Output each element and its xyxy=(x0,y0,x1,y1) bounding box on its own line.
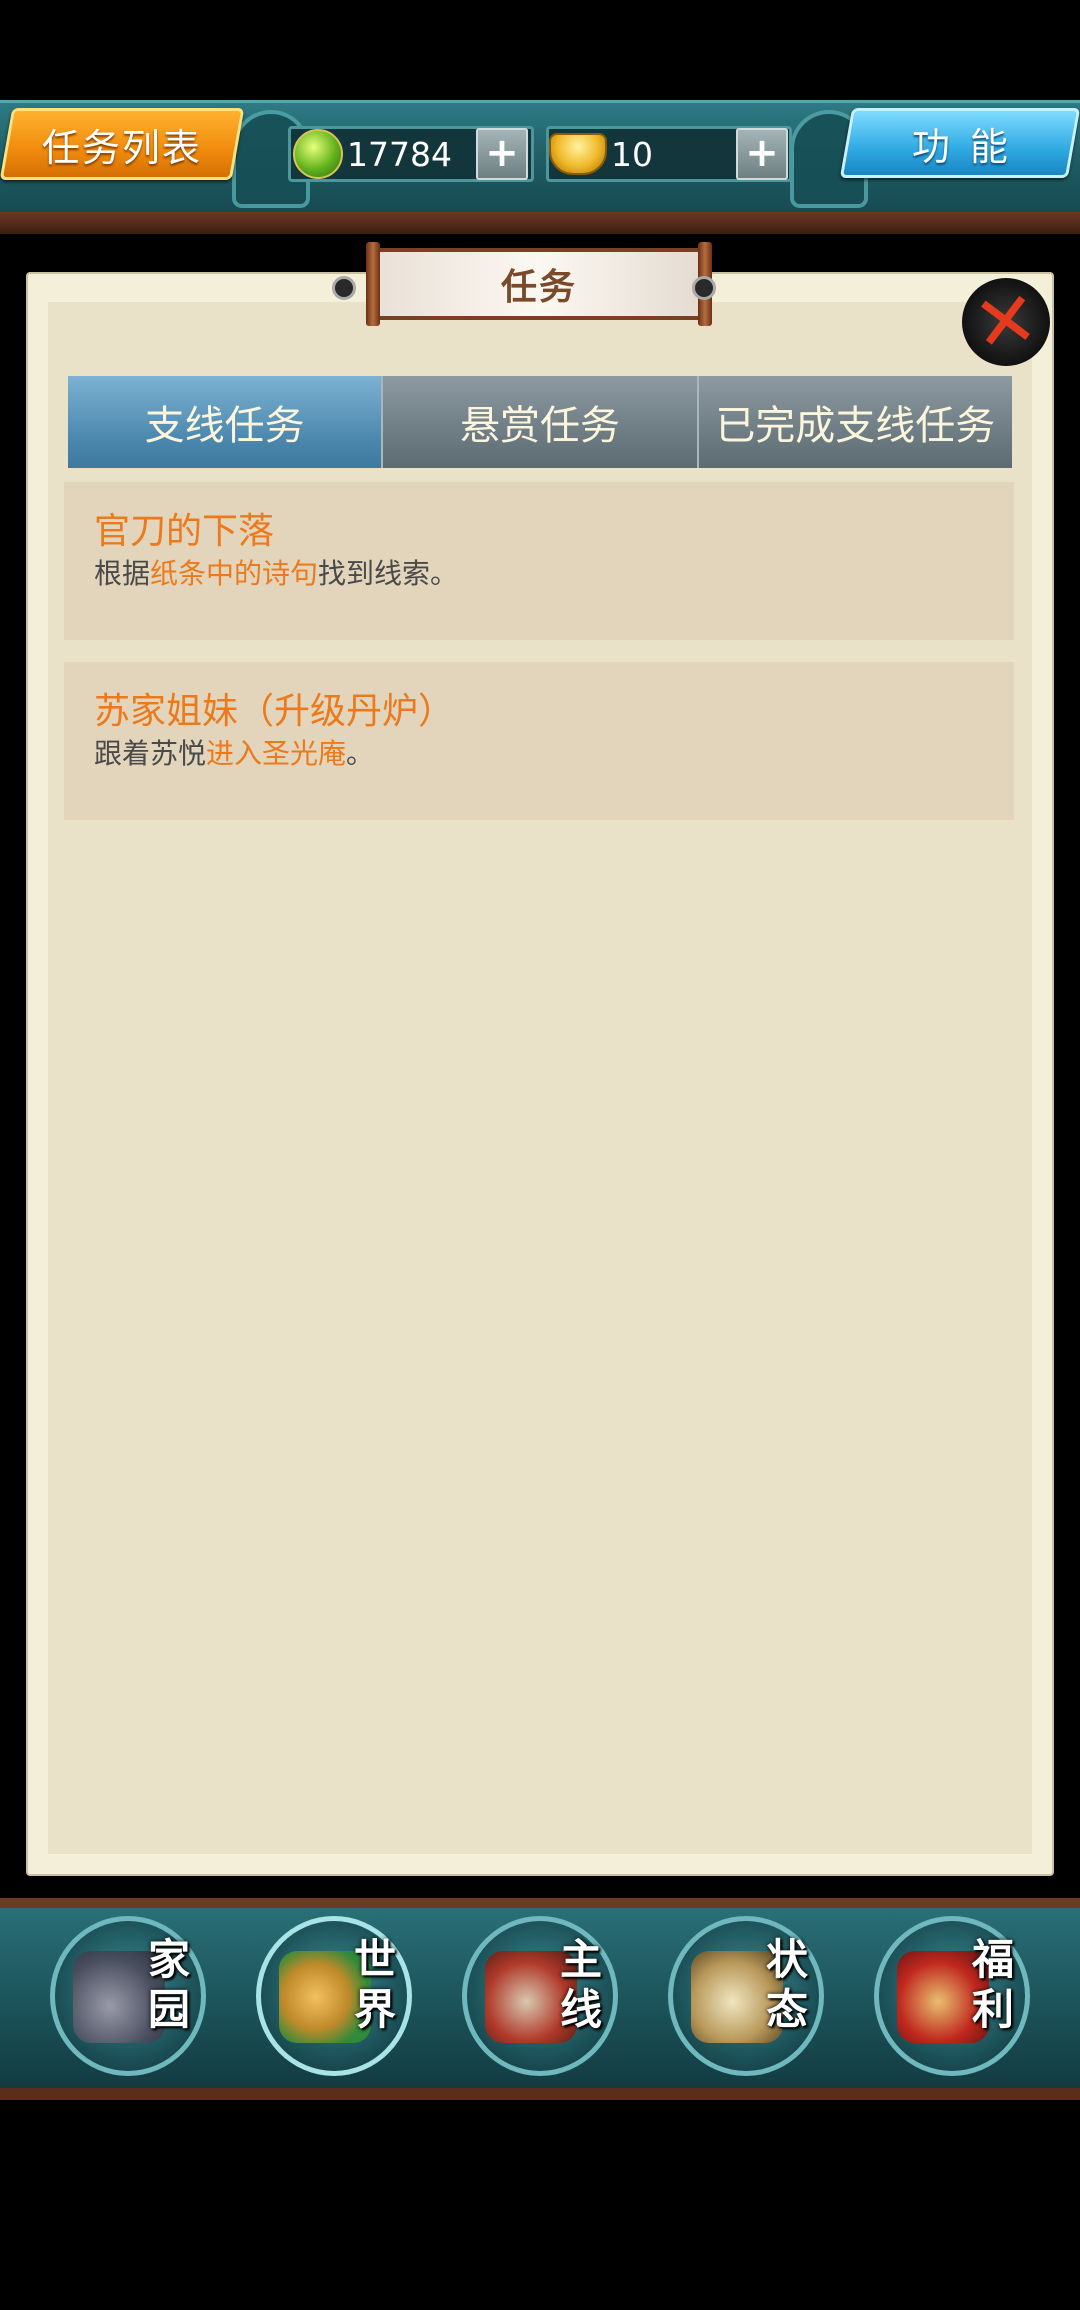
nav-welfare-button[interactable]: 福利 xyxy=(874,1916,1030,2076)
nav-home-button[interactable]: 家园 xyxy=(50,1916,206,2076)
add-gold-button[interactable]: + xyxy=(736,128,788,180)
nav-status-button[interactable]: 状态 xyxy=(668,1916,824,2076)
quest-title: 官刀的下落 xyxy=(94,511,275,552)
nav-world-button[interactable]: 世界 xyxy=(256,1916,412,2076)
nav-world-label: 世界 xyxy=(353,1935,396,2034)
tab-bounty-quests[interactable]: 悬赏任务 xyxy=(383,376,699,468)
panel-title: 任务 xyxy=(500,267,577,308)
quest-item[interactable]: 官刀的下落 根据纸条中的诗句找到线索。 xyxy=(64,482,1014,640)
jade-amount: 17784 xyxy=(347,134,452,174)
close-x-icon: ✕ xyxy=(968,273,1044,371)
gold-amount: 10 xyxy=(611,134,653,174)
function-button[interactable]: 功能 xyxy=(839,108,1080,178)
quest-description: 根据纸条中的诗句找到线索。 xyxy=(94,557,459,590)
task-list-button[interactable]: 任务列表 xyxy=(0,108,245,180)
quest-title: 苏家姐妹（升级丹炉） xyxy=(94,691,455,732)
top-bar-rim xyxy=(0,212,1080,234)
quest-description: 跟着苏悦进入圣光庵。 xyxy=(94,737,375,770)
tab-side-quests[interactable]: 支线任务 xyxy=(68,376,384,468)
nav-welfare-label: 福利 xyxy=(971,1935,1014,2034)
panel-title-scroll: 任务 xyxy=(332,242,724,326)
tab-completed-side-quests[interactable]: 已完成支线任务 xyxy=(698,376,1012,468)
quest-item[interactable]: 苏家姐妹（升级丹炉） 跟着苏悦进入圣光庵。 xyxy=(64,662,1014,820)
function-label: 功能 xyxy=(911,124,1028,169)
nav-home-label: 家园 xyxy=(147,1935,190,2034)
gold-ingot-icon xyxy=(549,133,607,175)
task-list-label: 任务列表 xyxy=(41,125,202,170)
nav-main-quest-label: 主线 xyxy=(559,1935,602,2034)
task-tabs: 支线任务 悬赏任务 已完成支线任务 xyxy=(68,376,1012,468)
nav-main-quest-button[interactable]: 主线 xyxy=(462,1916,618,2076)
nav-status-label: 状态 xyxy=(765,1935,808,2034)
jade-coin-icon xyxy=(293,129,343,179)
close-button[interactable]: ✕ xyxy=(962,273,1050,371)
add-jade-button[interactable]: + xyxy=(476,128,528,180)
